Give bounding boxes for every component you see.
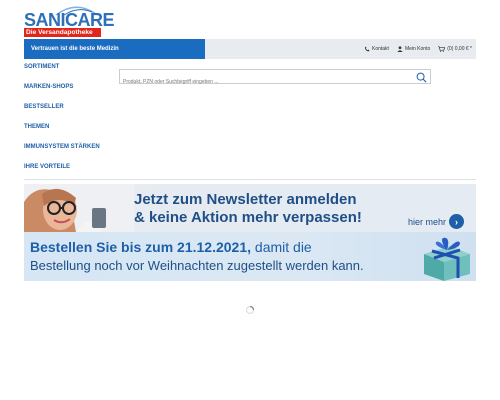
search-input[interactable] — [120, 75, 410, 89]
search-icon — [416, 72, 426, 82]
top-links: Kontakt Mein Konto (0) 0,00 € * — [364, 39, 472, 59]
more-link[interactable]: hier mehr › — [408, 214, 465, 229]
cart-icon — [438, 46, 446, 52]
cart-label: (0) 0,00 € * — [447, 46, 472, 52]
search-box — [119, 69, 431, 89]
nav-item-themen[interactable]: THEMEN — [24, 120, 119, 140]
account-label: Mein Konto — [404, 46, 431, 52]
order-deadline-suffix: damit die — [251, 239, 312, 255]
user-icon — [397, 46, 403, 52]
contact-label: Kontakt — [371, 46, 389, 52]
gift-box-icon — [424, 237, 470, 281]
chevron-right-icon: › — [449, 214, 465, 229]
page: SANICARE Die Versandapotheke Vertrauen i… — [0, 0, 500, 400]
cart-link[interactable]: (0) 0,00 € * — [438, 46, 472, 52]
search-button[interactable] — [415, 71, 427, 83]
promo-banner[interactable]: Jetzt zum Newsletter anmelden & keine Ak… — [24, 184, 476, 281]
newsletter-headline-1: Jetzt zum Newsletter anmelden — [134, 191, 357, 208]
order-deadline-line-2: Bestellung noch vor Weihnachten zugestel… — [30, 258, 364, 273]
order-deadline-line-1: Bestellen Sie bis zum 21.12.2021, damit … — [30, 239, 312, 255]
woman-with-glasses-photo — [24, 184, 134, 232]
more-label: hier mehr — [408, 216, 447, 227]
newsletter-banner: Jetzt zum Newsletter anmelden & keine Ak… — [24, 184, 476, 232]
claim-text: Vertrauen ist die beste Medizin — [24, 39, 205, 59]
top-bar: Vertrauen ist die beste Medizin Kontakt … — [24, 39, 476, 59]
content-divider — [24, 179, 476, 180]
category-nav: SORTIMENT MARKEN-SHOPS BESTSELLER THEMEN… — [24, 60, 119, 180]
contact-link[interactable]: Kontakt — [364, 46, 389, 52]
order-deadline-date: Bestellen Sie bis zum 21.12.2021, — [30, 239, 252, 255]
nav-item-marken-shops[interactable]: MARKEN-SHOPS — [24, 80, 119, 100]
newsletter-headline-2: & keine Aktion mehr verpassen! — [134, 209, 362, 226]
logo-tagline: Die Versandapotheke — [24, 28, 101, 37]
loading-spinner-icon — [245, 305, 255, 315]
nav-item-sortiment[interactable]: SORTIMENT — [24, 60, 119, 80]
phone-icon — [364, 46, 370, 52]
sanicare-logo[interactable]: SANICARE Die Versandapotheke — [24, 4, 115, 37]
nav-item-immunsystem[interactable]: IMMUNSYSTEM STÄRKEN — [24, 140, 119, 160]
nav-item-bestseller[interactable]: BESTSELLER — [24, 100, 119, 120]
account-link[interactable]: Mein Konto — [397, 46, 430, 52]
nav-item-vorteile[interactable]: IHRE VORTEILE — [24, 160, 119, 180]
